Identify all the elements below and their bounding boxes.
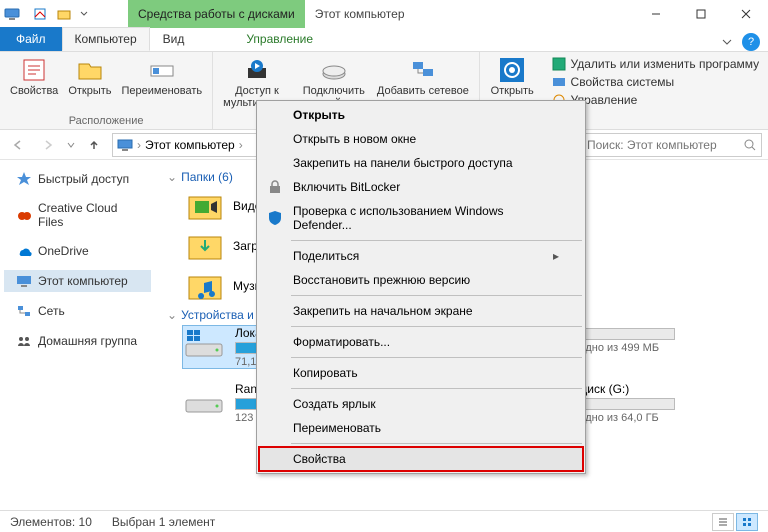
ribbon-sysprops-label: Свойства системы — [571, 75, 675, 89]
nav-thispc-label: Этот компьютер — [38, 274, 128, 288]
history-dropdown[interactable] — [66, 140, 76, 150]
defender-icon — [267, 210, 283, 226]
cm-format[interactable]: Форматировать... — [259, 330, 583, 354]
rename-icon — [148, 56, 176, 84]
ribbon-properties-label: Свойства — [10, 85, 58, 97]
file-tab[interactable]: Файл — [0, 27, 62, 51]
ribbon-group-location: Расположение — [69, 115, 144, 127]
ribbon-expand-icon[interactable] — [720, 35, 734, 49]
minimize-button[interactable] — [633, 0, 678, 28]
nav-creative-cloud[interactable]: Creative Cloud Files — [4, 198, 151, 232]
cm-open[interactable]: Открыть — [259, 103, 583, 127]
drive-icon — [320, 56, 348, 84]
search-input[interactable] — [587, 138, 743, 152]
nav-network-label: Сеть — [38, 304, 65, 318]
search-box[interactable] — [582, 133, 762, 157]
context-menu: Открыть Открыть в новом окне Закрепить н… — [256, 100, 586, 474]
computer-icon — [117, 137, 133, 153]
status-bar: Элементов: 10 Выбран 1 элемент — [0, 510, 768, 532]
view-tab[interactable]: Вид — [150, 27, 198, 51]
nav-homegroup[interactable]: Домашняя группа — [4, 330, 151, 352]
ribbon-rename[interactable]: Переименовать — [118, 54, 207, 99]
ribbon-rename-label: Переименовать — [122, 85, 203, 97]
drive-icon — [183, 382, 225, 416]
qat-new-folder[interactable] — [54, 4, 74, 24]
ribbon-uninstall-label: Удалить или изменить программу — [571, 57, 760, 71]
titlebar: Средства работы с дисками Этот компьютер — [0, 0, 768, 28]
cm-pin-quick[interactable]: Закрепить на панели быстрого доступа — [259, 151, 583, 175]
cm-defender[interactable]: Проверка с использованием Windows Defend… — [259, 199, 583, 237]
cm-restore[interactable]: Восстановить прежнюю версию — [259, 268, 583, 292]
nav-pane: Быстрый доступ Creative Cloud Files OneD… — [0, 160, 155, 510]
ribbon-uninstall[interactable]: Удалить или изменить программу — [551, 56, 760, 72]
nav-quick-label: Быстрый доступ — [38, 172, 129, 186]
ribbon-open-label: Открыть — [68, 85, 111, 97]
settings-icon — [498, 56, 526, 84]
chevron-right-icon: ▸ — [553, 249, 559, 263]
view-tiles-button[interactable] — [736, 513, 758, 531]
qat-dropdown[interactable] — [80, 10, 88, 18]
downloads-icon — [187, 231, 223, 261]
properties-icon — [20, 56, 48, 84]
address-text: Этот компьютер — [145, 138, 235, 152]
computer-tab[interactable]: Компьютер — [62, 27, 150, 51]
network-icon — [409, 56, 437, 84]
cm-pin-start[interactable]: Закрепить на начальном экране — [259, 299, 583, 323]
window-title: Этот компьютер — [315, 7, 405, 21]
nav-this-pc[interactable]: Этот компьютер — [4, 270, 151, 292]
computer-icon — [4, 6, 20, 22]
nav-quick-access[interactable]: Быстрый доступ — [4, 168, 151, 190]
cm-defender-label: Проверка с использованием Windows Defend… — [293, 204, 559, 232]
manage-tab[interactable]: Управление — [233, 27, 326, 51]
nav-ccf-label: Creative Cloud Files — [38, 201, 145, 229]
qat-properties[interactable] — [30, 4, 50, 24]
cm-share-label: Поделиться — [293, 249, 359, 263]
open-icon — [76, 56, 104, 84]
nav-onedrive-label: OneDrive — [38, 244, 89, 258]
status-count: Элементов: 10 — [10, 515, 92, 529]
view-details-button[interactable] — [712, 513, 734, 531]
cm-share[interactable]: Поделиться ▸ — [259, 244, 583, 268]
cm-bitlocker[interactable]: Включить BitLocker — [259, 175, 583, 199]
nav-homegroup-label: Домашняя группа — [38, 334, 137, 348]
search-icon — [743, 138, 757, 152]
nav-onedrive[interactable]: OneDrive — [4, 240, 151, 262]
cm-properties[interactable]: Свойства — [259, 447, 583, 471]
music-icon — [187, 271, 223, 301]
nav-network[interactable]: Сеть — [4, 300, 151, 322]
cm-open-new[interactable]: Открыть в новом окне — [259, 127, 583, 151]
cm-bitlocker-label: Включить BitLocker — [293, 180, 400, 194]
videos-icon — [187, 191, 223, 221]
back-button[interactable] — [6, 133, 30, 157]
up-button[interactable] — [82, 133, 106, 157]
ribbon-properties[interactable]: Свойства — [6, 54, 62, 99]
drive-tools-tab[interactable]: Средства работы с дисками — [128, 0, 305, 28]
ribbon-open[interactable]: Открыть — [64, 54, 115, 99]
cm-copy[interactable]: Копировать — [259, 361, 583, 385]
media-icon — [243, 56, 271, 84]
drive-icon — [183, 326, 225, 360]
ribbon-sysprops[interactable]: Свойства системы — [551, 74, 760, 90]
folders-header-label: Папки (6) — [181, 170, 233, 184]
forward-button[interactable] — [36, 133, 60, 157]
maximize-button[interactable] — [678, 0, 723, 28]
cm-shortcut[interactable]: Создать ярлык — [259, 392, 583, 416]
close-button[interactable] — [723, 0, 768, 28]
bitlocker-icon — [267, 179, 283, 195]
status-selected: Выбран 1 элемент — [112, 515, 215, 529]
ribbon-tabs: Файл Компьютер Вид Управление ? — [0, 28, 768, 52]
help-button[interactable]: ? — [742, 33, 760, 51]
cm-rename[interactable]: Переименовать — [259, 416, 583, 440]
